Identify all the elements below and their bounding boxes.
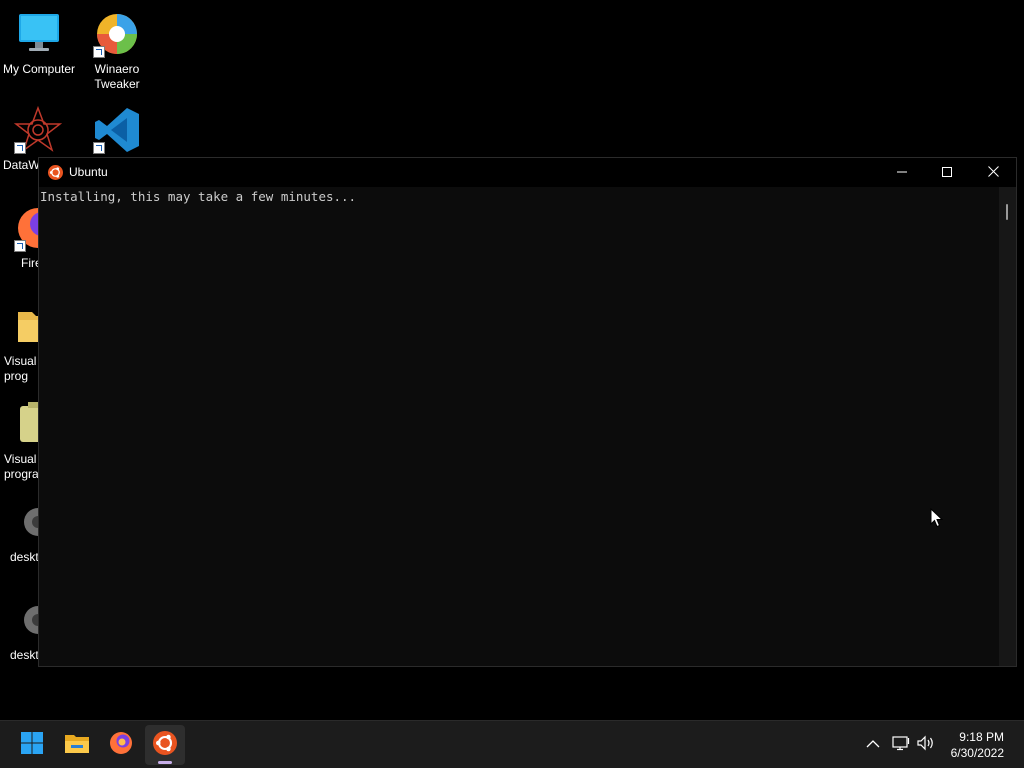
desktop-icon-winaero-tweaker[interactable]: Winaero Tweaker <box>78 10 156 92</box>
file-explorer-icon <box>64 732 90 759</box>
minimize-button[interactable] <box>879 158 925 187</box>
show-hidden-icons-button[interactable] <box>863 735 883 755</box>
windows-start-icon <box>20 731 44 760</box>
close-icon <box>987 164 999 182</box>
console-area[interactable]: Installing, this may take a few minutes.… <box>39 187 999 666</box>
active-app-indicator <box>158 761 172 764</box>
window-title: Ubuntu <box>69 165 108 179</box>
winaero-tweaker-icon <box>93 10 141 58</box>
ubuntu-icon <box>48 165 63 180</box>
shortcut-arrow-icon <box>14 142 26 154</box>
monitor-icon <box>15 10 63 58</box>
volume-button[interactable] <box>916 735 936 755</box>
taskbar: 9:18 PM 6/30/2022 <box>0 720 1024 768</box>
firefox-icon <box>109 731 133 760</box>
chevron-up-icon <box>866 736 880 754</box>
clock-date: 6/30/2022 <box>950 746 1004 760</box>
desktop-icon-label: My Computer <box>2 62 76 76</box>
vscode-icon <box>93 106 141 154</box>
scrollbar-thumb[interactable] <box>1006 204 1008 220</box>
shortcut-arrow-icon <box>14 240 26 252</box>
console-output: Installing, this may take a few minutes.… <box>40 189 357 204</box>
desktop-icon-vscode[interactable] <box>78 106 156 158</box>
close-button[interactable] <box>970 158 1016 187</box>
network-button[interactable] <box>891 735 911 755</box>
ubuntu-icon <box>153 730 177 760</box>
taskbar-ubuntu[interactable] <box>145 725 185 765</box>
taskbar-file-explorer[interactable] <box>57 725 97 765</box>
vertical-scrollbar[interactable] <box>999 187 1016 666</box>
network-icon <box>892 735 910 756</box>
datawrangler-icon <box>13 105 63 154</box>
shortcut-arrow-icon <box>93 142 105 154</box>
maximize-icon <box>942 164 952 182</box>
shortcut-arrow-icon <box>93 46 105 58</box>
clock-time: 9:18 PM <box>959 730 1004 744</box>
taskbar-clock[interactable]: 9:18 PM 6/30/2022 <box>951 729 1004 761</box>
volume-icon <box>917 735 935 756</box>
mouse-pointer-icon <box>930 507 944 528</box>
desktop-icon-label: Winaero Tweaker <box>94 62 140 91</box>
desktop-icon-my-computer[interactable]: My Computer <box>0 10 78 77</box>
minimize-icon <box>897 164 907 182</box>
title-bar[interactable]: Ubuntu <box>39 158 1016 187</box>
taskbar-firefox[interactable] <box>101 725 141 765</box>
maximize-button[interactable] <box>924 158 970 187</box>
ubuntu-window[interactable]: Ubuntu Installing, this may take a few m… <box>38 157 1017 667</box>
start-button[interactable] <box>12 725 52 765</box>
